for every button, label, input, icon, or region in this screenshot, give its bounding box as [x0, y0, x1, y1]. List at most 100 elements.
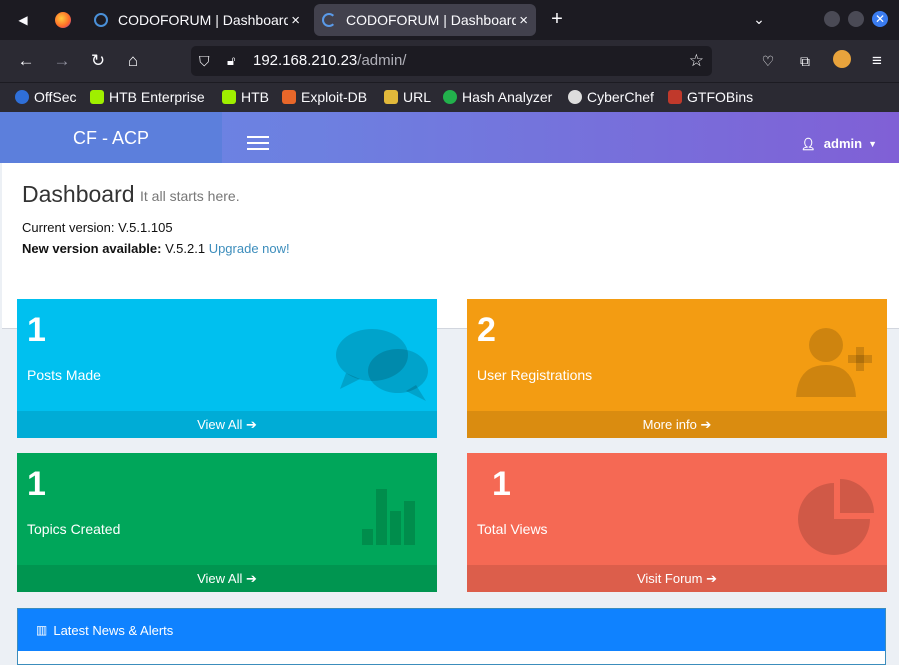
user-plus-icon	[796, 328, 872, 397]
bookmarks-bar: OffSec HTB Enterprise HTB Exploit-DB URL…	[0, 82, 899, 112]
box-number: 1	[27, 311, 46, 349]
htb-cube-icon	[222, 90, 236, 104]
comments-icon	[336, 329, 428, 401]
bookmark-label: GTFOBins	[687, 89, 754, 105]
offsec-icon	[15, 90, 29, 104]
footer-label: Visit Forum	[636, 571, 703, 586]
hash-analyzer-icon	[443, 90, 457, 104]
home-icon[interactable]: ⌂	[122, 50, 144, 72]
shield-icon[interactable]: ⛉	[199, 46, 210, 76]
bookmark-gtfobins[interactable]: GTFOBins	[668, 89, 753, 105]
forward-icon[interactable]: →	[51, 50, 73, 72]
visit-forum-link[interactable]: Visit Forum ➔	[467, 565, 887, 592]
profile-extension-icon[interactable]	[833, 50, 851, 68]
bookmark-cyberchef[interactable]: CyberChef	[568, 89, 654, 105]
top-header: CF - ACP 👤︎ admin ▼	[0, 112, 899, 163]
browser-tab-bar: ◀ CODOFORUM | Dashboard × CODOFORUM | Da…	[0, 0, 899, 40]
new-version-value: V.5.2.1	[161, 241, 209, 256]
bookmark-label: Hash Analyzer	[462, 89, 553, 105]
list-all-tabs-icon[interactable]: ⌄	[748, 8, 770, 30]
bookmark-label: OffSec	[34, 89, 77, 105]
page-title: Dashboard	[22, 181, 135, 207]
bookmark-url[interactable]: URL	[384, 89, 431, 105]
posts-made-box: 1 Posts Made View All ➔	[17, 299, 437, 438]
new-tab-button[interactable]: +	[546, 8, 568, 30]
bookmark-label: HTB Enterprise	[109, 89, 205, 105]
arrow-circle-right-icon: ➔	[700, 417, 712, 432]
cyberchef-icon	[568, 90, 582, 104]
box-label: Total Views	[477, 521, 548, 537]
bar-chart-icon: ▥	[36, 623, 48, 637]
bar-chart-icon	[362, 489, 415, 545]
footer-label: View All	[197, 571, 243, 586]
admin-panel: CF - ACP 👤︎ admin ▼ Dashboard It all sta…	[0, 112, 899, 665]
news-title: Latest News & Alerts	[53, 622, 174, 638]
caret-down-icon: ▼	[868, 138, 877, 149]
sidebar-toggle-icon[interactable]	[247, 136, 269, 154]
maximize-button[interactable]	[848, 11, 864, 27]
bookmark-htb[interactable]: HTB	[222, 89, 269, 105]
upgrade-link[interactable]: Upgrade now!	[209, 241, 290, 256]
box-label: Topics Created	[27, 521, 121, 537]
user-menu[interactable]: 👤︎ admin ▼	[801, 136, 877, 151]
menu-icon[interactable]: ≡	[866, 50, 888, 72]
new-version-notice: New version available: V.5.2.1 Upgrade n…	[22, 241, 290, 256]
url-bar[interactable]: ⛉ 🔓︎ 192.168.210.23/admin/ ☆	[191, 46, 712, 76]
url-host: 192.168.210.23	[253, 52, 358, 69]
tab-close-icon[interactable]: ×	[519, 12, 528, 29]
minimize-button[interactable]	[824, 11, 840, 27]
page-subtitle: It all starts here.	[140, 188, 240, 204]
bookmark-htb-enterprise[interactable]: HTB Enterprise	[90, 89, 205, 105]
pie-chart-icon	[798, 479, 874, 555]
reload-icon[interactable]: ↻	[87, 50, 109, 72]
arrow-circle-right-icon: ➔	[246, 571, 257, 586]
codoforum-favicon-icon	[94, 13, 108, 27]
footer-label: More info	[642, 417, 697, 432]
back-icon[interactable]: ←	[15, 50, 37, 72]
new-version-label: New version available:	[22, 241, 162, 256]
url-icon	[384, 90, 398, 104]
close-window-button[interactable]: ✕	[872, 11, 888, 27]
news-header: ▥ Latest News & Alerts	[18, 609, 885, 651]
bookmark-label: Exploit-DB	[301, 89, 368, 105]
box-number: 1	[492, 465, 511, 503]
box-number: 2	[477, 311, 496, 349]
bookmark-offsec[interactable]: OffSec	[15, 89, 77, 105]
browser-tab-1[interactable]: CODOFORUM | Dashboard ×	[86, 4, 308, 36]
topics-created-box: 1 Topics Created View All ➔	[17, 453, 437, 592]
bookmark-label: URL	[403, 89, 432, 105]
app-logo[interactable]: CF - ACP	[0, 112, 222, 163]
latest-news-panel: ▥ Latest News & Alerts	[17, 608, 886, 665]
bookmark-hash-analyzer[interactable]: Hash Analyzer	[443, 89, 552, 105]
box-label: Posts Made	[27, 367, 101, 383]
url-path: /admin/	[357, 52, 407, 69]
current-version: Current version: V.5.1.105	[22, 220, 173, 235]
more-info-link[interactable]: More info ➔	[467, 411, 887, 438]
tab-title: CODOFORUM | Dashboard	[118, 12, 288, 28]
gtfobins-icon	[668, 90, 682, 104]
username: admin	[823, 136, 863, 151]
total-views-box: 1 Total Views Visit Forum ➔	[467, 453, 887, 592]
firefox-icon	[55, 12, 71, 28]
extensions-icon[interactable]: ⧉	[794, 50, 816, 72]
tab-list-icon[interactable]: ◀	[12, 9, 34, 31]
box-label: User Registrations	[477, 367, 593, 383]
arrow-circle-right-icon: ➔	[706, 571, 718, 586]
tab-close-icon[interactable]: ×	[291, 12, 300, 29]
pocket-icon[interactable]: ♡	[757, 50, 779, 72]
user-icon: 👤︎	[800, 136, 816, 151]
arrow-circle-right-icon: ➔	[246, 417, 257, 432]
bookmark-label: HTB	[241, 89, 269, 105]
browser-tab-2-active[interactable]: CODOFORUM | Dashboard ×	[314, 4, 536, 36]
insecure-lock-icon[interactable]: 🔓︎	[227, 46, 235, 76]
tab-title: CODOFORUM | Dashboard	[346, 12, 516, 28]
htb-cube-icon	[90, 90, 104, 104]
bookmark-star-icon[interactable]: ☆	[689, 46, 704, 76]
exploit-db-icon	[282, 90, 296, 104]
box-number: 1	[27, 465, 46, 503]
loading-spinner-icon	[322, 13, 336, 27]
view-all-topics-link[interactable]: View All ➔	[17, 565, 437, 592]
view-all-posts-link[interactable]: View All ➔	[17, 411, 437, 438]
bookmark-label: CyberChef	[587, 89, 654, 105]
bookmark-exploit-db[interactable]: Exploit-DB	[282, 89, 367, 105]
